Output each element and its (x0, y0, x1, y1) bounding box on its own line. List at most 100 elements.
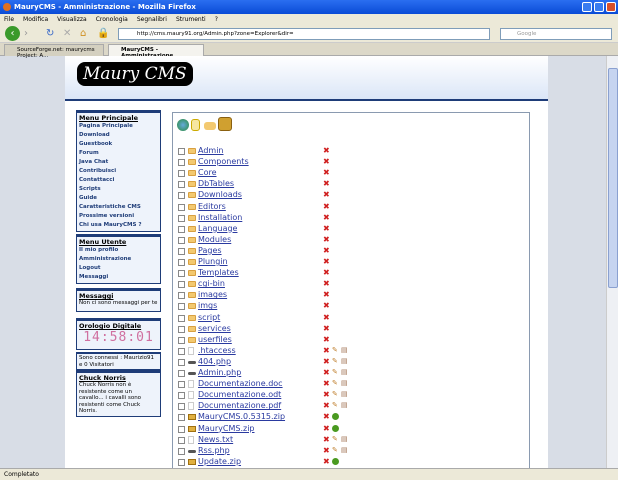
select-checkbox[interactable] (178, 392, 185, 400)
rename-icon[interactable]: ▤ (341, 379, 348, 387)
delete-icon[interactable]: ✖ (323, 268, 330, 277)
select-checkbox[interactable] (178, 425, 185, 433)
menu-help[interactable]: ? (215, 16, 218, 23)
file-name-link[interactable]: Language (198, 224, 237, 233)
delete-icon[interactable]: ✖ (323, 224, 330, 233)
menu-strumenti[interactable]: Strumenti (176, 16, 206, 23)
file-name-link[interactable]: News.txt (198, 435, 233, 444)
tab-maurycms[interactable]: MauryCMS - Amministrazione (108, 44, 204, 59)
menu-link[interactable]: Il mio profilo (79, 246, 158, 255)
delete-icon[interactable]: ✖ (323, 412, 330, 421)
delete-icon[interactable]: ✖ (323, 257, 330, 266)
select-checkbox[interactable] (178, 381, 185, 389)
rename-icon[interactable]: ▤ (341, 446, 348, 454)
delete-icon[interactable]: ✖ (323, 457, 330, 466)
select-checkbox[interactable] (178, 325, 185, 333)
file-name-link[interactable]: script (198, 313, 220, 322)
delete-icon[interactable]: ✖ (323, 424, 330, 433)
edit-icon[interactable]: ✎ (332, 401, 338, 409)
file-name-link[interactable]: Modules (198, 235, 231, 244)
file-name-link[interactable]: 404.php (198, 357, 231, 366)
file-name-link[interactable]: Documentazione.odt (198, 390, 281, 399)
file-name-link[interactable]: MauryCMS.zip (198, 424, 255, 433)
unzip-icon[interactable] (332, 413, 339, 421)
tab-sourceforge[interactable]: SourceForge.net: maurycms Project: A... (4, 44, 104, 59)
delete-icon[interactable]: ✖ (323, 290, 330, 299)
select-checkbox[interactable] (178, 170, 185, 178)
minimize-button[interactable] (582, 2, 592, 12)
file-name-link[interactable]: Components (198, 157, 249, 166)
select-checkbox[interactable] (178, 148, 185, 155)
rename-icon[interactable]: ▤ (341, 357, 348, 365)
delete-icon[interactable]: ✖ (323, 368, 330, 377)
file-name-link[interactable]: .htaccess (198, 346, 236, 355)
stop-icon[interactable]: ✕ (63, 28, 71, 39)
delete-icon[interactable]: ✖ (323, 146, 330, 155)
file-name-link[interactable]: Rss.php (198, 446, 230, 455)
select-checkbox[interactable] (178, 370, 185, 377)
menu-link[interactable]: Logout (79, 264, 158, 273)
edit-icon[interactable]: ✎ (332, 368, 338, 376)
file-name-link[interactable]: MauryCMS.0.5315.zip (198, 412, 285, 421)
maximize-button[interactable] (594, 2, 604, 12)
file-name-link[interactable]: Downloads (198, 190, 242, 199)
select-checkbox[interactable] (178, 281, 185, 289)
file-name-link[interactable]: images (198, 290, 227, 299)
select-checkbox[interactable] (178, 303, 185, 311)
menu-link[interactable]: Guestbook (79, 140, 158, 149)
vertical-scrollbar[interactable] (606, 56, 618, 468)
select-checkbox[interactable] (178, 214, 185, 222)
delete-icon[interactable]: ✖ (323, 157, 330, 166)
delete-icon[interactable]: ✖ (323, 446, 330, 455)
menu-link[interactable]: Forum (79, 149, 158, 158)
unzip-icon[interactable] (332, 424, 339, 432)
file-name-link[interactable]: Admin.php (198, 368, 241, 377)
menu-modifica[interactable]: Modifica (23, 16, 48, 23)
delete-icon[interactable]: ✖ (323, 357, 330, 366)
select-checkbox[interactable] (178, 314, 185, 322)
back-icon[interactable]: ‹ (5, 26, 20, 41)
delete-icon[interactable]: ✖ (323, 213, 330, 222)
menu-visualizza[interactable]: Visualizza (57, 16, 87, 23)
select-checkbox[interactable] (178, 403, 185, 411)
rename-icon[interactable]: ▤ (341, 435, 348, 443)
file-name-link[interactable]: cgi-bin (198, 279, 225, 288)
edit-icon[interactable]: ✎ (332, 390, 338, 398)
delete-icon[interactable]: ✖ (323, 324, 330, 333)
delete-icon[interactable]: ✖ (323, 335, 330, 344)
delete-icon[interactable]: ✖ (323, 246, 330, 255)
select-checkbox[interactable] (178, 236, 185, 244)
delete-icon[interactable]: ✖ (323, 390, 330, 399)
file-name-link[interactable]: Pages (198, 246, 222, 255)
delete-icon[interactable]: ✖ (323, 401, 330, 410)
select-checkbox[interactable] (178, 292, 185, 300)
url-bar[interactable]: http://cms.maury91.org/Admin.php?zone=Ex… (118, 28, 490, 40)
file-name-link[interactable]: imgs (198, 301, 217, 310)
menu-link[interactable]: Prossime versioni (79, 212, 158, 221)
delete-icon[interactable]: ✖ (323, 435, 330, 444)
file-name-link[interactable]: Documentazione.doc (198, 379, 283, 388)
new-folder-icon[interactable] (204, 122, 216, 130)
file-name-link[interactable]: DbTables (198, 179, 234, 188)
menu-link[interactable]: Chi usa MauryCMS ? (79, 221, 158, 230)
select-checkbox[interactable] (178, 159, 185, 167)
select-checkbox[interactable] (178, 192, 185, 200)
edit-icon[interactable]: ✎ (332, 346, 338, 354)
file-name-link[interactable]: Update.zip (198, 457, 241, 466)
file-name-link[interactable]: Admin (198, 146, 224, 155)
select-checkbox[interactable] (178, 447, 185, 455)
menu-link[interactable]: Amministrazione (79, 255, 158, 264)
file-name-link[interactable]: userfiles (198, 335, 232, 344)
file-name-link[interactable]: Plungin (198, 257, 228, 266)
select-checkbox[interactable] (178, 259, 185, 266)
select-checkbox[interactable] (178, 181, 185, 189)
home-icon[interactable]: ⌂ (80, 28, 86, 39)
rename-icon[interactable]: ▤ (341, 390, 348, 398)
new-file-icon[interactable] (191, 119, 200, 131)
delete-icon[interactable]: ✖ (323, 168, 330, 177)
select-checkbox[interactable] (178, 225, 185, 233)
delete-icon[interactable]: ✖ (323, 179, 330, 188)
menu-link[interactable]: Download (79, 131, 158, 140)
select-checkbox[interactable] (178, 247, 185, 255)
rename-icon[interactable]: ▤ (341, 368, 348, 376)
